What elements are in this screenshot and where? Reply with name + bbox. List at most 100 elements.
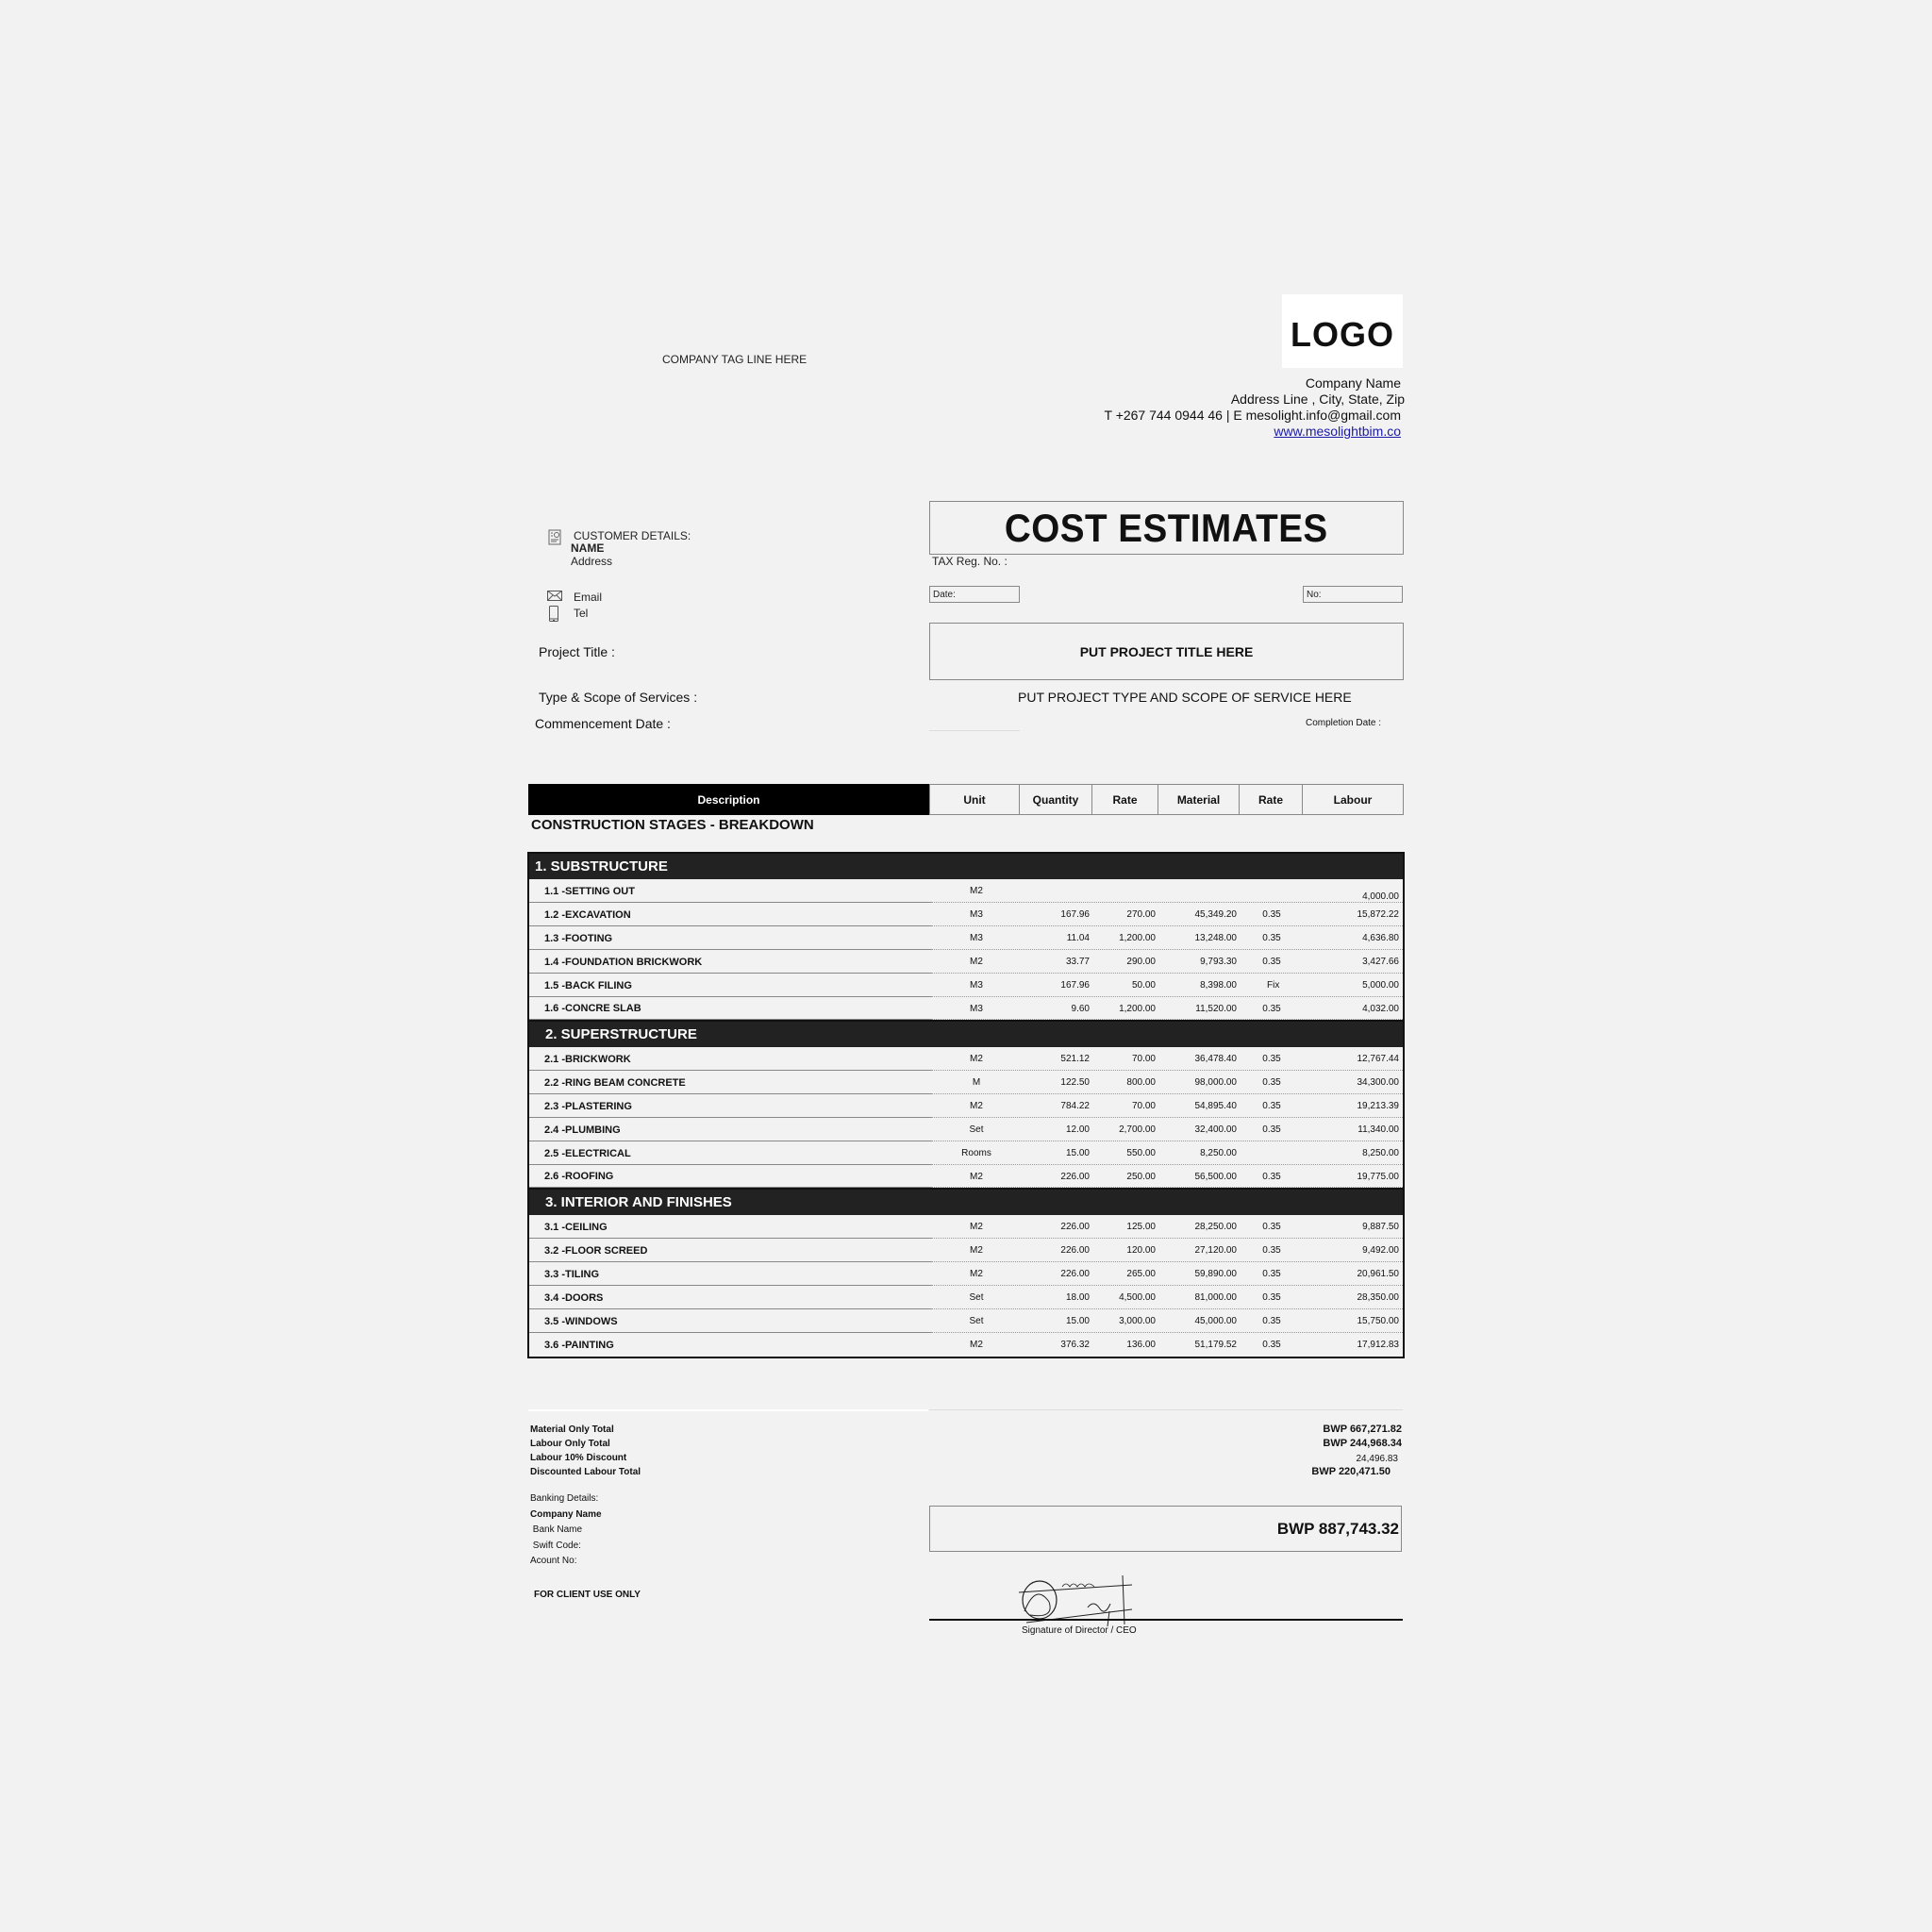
company-website-link[interactable]: www.mesolightbim.co bbox=[1274, 424, 1401, 439]
item-material: 27,120.00 bbox=[1194, 1245, 1238, 1256]
table-row: 1.3 -FOOTING M3 11.04 1,200.00 13,248.00 0.35… bbox=[529, 926, 1403, 950]
number-field[interactable]: No: bbox=[1303, 586, 1403, 603]
item-description: 3.6 -PAINTING bbox=[544, 1339, 614, 1351]
discounted-labour-label: Discounted Labour Total bbox=[530, 1467, 641, 1477]
company-contact: T +267 744 0944 46 | E mesolight.info@gm… bbox=[1104, 408, 1402, 423]
document-title: COST ESTIMATES bbox=[1005, 505, 1328, 550]
item-quantity: 226.00 bbox=[1060, 1171, 1090, 1182]
table-row: 2.2 -RING BEAM CONCRETE M 122.50 800.00 98,0… bbox=[529, 1071, 1403, 1094]
item-rate: 4,500.00 bbox=[1119, 1292, 1156, 1303]
customer-tel: Tel bbox=[574, 607, 589, 620]
discounted-labour-value: BWP 220,471.50 bbox=[1311, 1466, 1391, 1477]
item-labour: 15,872.22 bbox=[1357, 909, 1400, 920]
item-description: 2.5 -ELECTRICAL bbox=[544, 1147, 631, 1159]
item-quantity: 167.96 bbox=[1060, 909, 1090, 920]
item-quantity: 11.04 bbox=[1066, 933, 1090, 943]
item-description: 2.1 -BRICKWORK bbox=[544, 1053, 631, 1065]
item-description: 3.2 -FLOOR SCREED bbox=[544, 1244, 648, 1257]
item-description: 1.2 -EXCAVATION bbox=[544, 908, 631, 921]
item-labour-rate: 0.35 bbox=[1262, 1101, 1281, 1111]
item-unit: M2 bbox=[970, 1054, 983, 1064]
section-title: 2. SUPERSTRUCTURE bbox=[545, 1026, 697, 1042]
material-total-value: BWP 667,271.82 bbox=[1323, 1424, 1402, 1435]
item-material: 13,248.00 bbox=[1194, 933, 1238, 943]
item-labour: 19,775.00 bbox=[1357, 1171, 1400, 1182]
item-labour: 4,636.80 bbox=[1362, 933, 1399, 943]
item-description: 3.3 -TILING bbox=[544, 1268, 600, 1280]
item-labour-rate: 0.35 bbox=[1262, 1269, 1281, 1279]
item-quantity: 226.00 bbox=[1060, 1222, 1090, 1232]
item-description: 2.6 -ROOFING bbox=[544, 1171, 614, 1182]
item-quantity: 784.22 bbox=[1060, 1101, 1090, 1111]
divider bbox=[929, 1409, 1403, 1410]
item-unit: M bbox=[972, 1077, 981, 1088]
item-labour-rate: 0.35 bbox=[1262, 1171, 1281, 1182]
material-total-label: Material Only Total bbox=[530, 1424, 614, 1435]
item-labour-rate: 0.35 bbox=[1262, 1340, 1281, 1350]
item-quantity: 226.00 bbox=[1060, 1269, 1090, 1279]
item-labour: 3,427.66 bbox=[1362, 957, 1399, 967]
item-rate: 270.00 bbox=[1126, 909, 1156, 920]
tax-reg-label: TAX Reg. No. : bbox=[932, 555, 1008, 568]
item-unit: M2 bbox=[970, 1245, 983, 1256]
commencement-date-field[interactable] bbox=[929, 730, 1020, 731]
item-rate: 250.00 bbox=[1126, 1171, 1156, 1182]
company-name: Company Name bbox=[1305, 375, 1401, 391]
item-labour: 8,250.00 bbox=[1362, 1148, 1399, 1158]
item-unit: M3 bbox=[970, 933, 983, 943]
scope-value: PUT PROJECT TYPE AND SCOPE OF SERVICE HE… bbox=[1018, 690, 1352, 705]
project-title-box[interactable]: PUT PROJECT TITLE HERE bbox=[929, 623, 1404, 680]
table-row: 1.1 -SETTING OUT M2 4,000.00 bbox=[529, 879, 1403, 903]
item-rate: 1,200.00 bbox=[1119, 933, 1156, 943]
item-rate: 550.00 bbox=[1126, 1148, 1156, 1158]
column-header-labour: Labour bbox=[1303, 784, 1404, 815]
table-row: 1.2 -EXCAVATION M3 167.96 270.00 45,349.20 0.… bbox=[529, 903, 1403, 926]
table-row: 2.3 -PLASTERING M2 784.22 70.00 54,895.40 0.3… bbox=[529, 1094, 1403, 1118]
section-header: 3. INTERIOR AND FINISHES bbox=[529, 1190, 1403, 1215]
column-header-description: Description bbox=[528, 784, 929, 815]
item-description: 2.4 -PLUMBING bbox=[544, 1124, 621, 1136]
item-labour: 5,000.00 bbox=[1362, 980, 1399, 991]
item-unit: M3 bbox=[970, 1003, 983, 1014]
table-row: 1.4 -FOUNDATION BRICKWORK M2 33.77 290.00 9,… bbox=[529, 950, 1403, 974]
item-description: 2.2 -RING BEAM CONCRETE bbox=[544, 1076, 686, 1089]
item-quantity: 15.00 bbox=[1065, 1148, 1090, 1158]
project-title-label: Project Title : bbox=[539, 644, 615, 659]
item-labour: 34,300.00 bbox=[1357, 1077, 1400, 1088]
divider bbox=[528, 1409, 928, 1411]
item-material: 36,478.40 bbox=[1194, 1054, 1238, 1064]
item-unit: M2 bbox=[970, 886, 983, 896]
item-unit: M2 bbox=[970, 1222, 983, 1232]
item-material: 81,000.00 bbox=[1194, 1292, 1238, 1303]
item-quantity: 12.00 bbox=[1065, 1124, 1090, 1135]
item-rate: 3,000.00 bbox=[1119, 1316, 1156, 1326]
item-labour-rate: Fix bbox=[1267, 980, 1280, 991]
item-unit: M2 bbox=[970, 1269, 983, 1279]
item-labour-rate: 0.35 bbox=[1262, 909, 1281, 920]
table-row: 3.4 -DOORS Set 18.00 4,500.00 81,000.00 0.35 2… bbox=[529, 1286, 1403, 1309]
document-title-box: COST ESTIMATES bbox=[929, 501, 1404, 555]
item-quantity: 226.00 bbox=[1060, 1245, 1090, 1256]
item-labour: 4,000.00 bbox=[1362, 891, 1399, 902]
section-title: 3. INTERIOR AND FINISHES bbox=[545, 1194, 732, 1210]
company-address: Address Line , City, State, Zip bbox=[1230, 391, 1405, 407]
item-material: 9,793.30 bbox=[1200, 957, 1237, 967]
item-description: 1.4 -FOUNDATION BRICKWORK bbox=[544, 956, 703, 968]
item-labour-rate: 0.35 bbox=[1262, 1054, 1281, 1064]
section-title: 1. SUBSTRUCTURE bbox=[535, 858, 668, 874]
item-material: 32,400.00 bbox=[1194, 1124, 1238, 1135]
signature-line bbox=[929, 1619, 1403, 1621]
item-unit: Rooms bbox=[961, 1148, 991, 1158]
completion-label: Completion Date : bbox=[1306, 718, 1382, 728]
item-labour: 20,961.50 bbox=[1357, 1269, 1400, 1279]
item-quantity: 521.12 bbox=[1060, 1054, 1090, 1064]
customer-details-heading: CUSTOMER DETAILS: bbox=[574, 529, 691, 542]
item-material: 45,349.20 bbox=[1194, 909, 1238, 920]
item-quantity: 167.96 bbox=[1060, 980, 1090, 991]
item-rate: 120.00 bbox=[1126, 1245, 1156, 1256]
table-row: 1.6 -CONCRE SLAB M3 9.60 1,200.00 11,520.00 0… bbox=[529, 997, 1403, 1022]
item-rate: 50.00 bbox=[1131, 980, 1156, 991]
swift-code: Swift Code: bbox=[530, 1540, 581, 1551]
envelope-icon bbox=[547, 591, 563, 602]
date-field[interactable]: Date: bbox=[929, 586, 1020, 603]
